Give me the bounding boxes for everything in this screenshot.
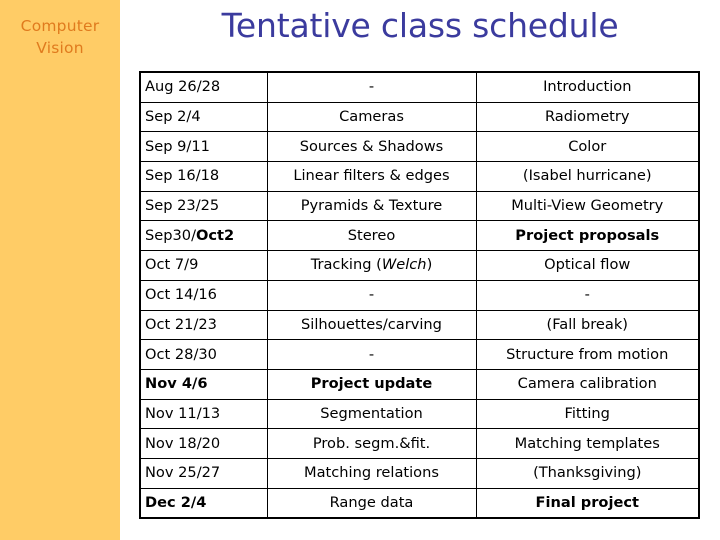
schedule-topic-thursday-cell: (Isabel hurricane): [475, 161, 699, 192]
schedule-topic-thursday-cell: Final project: [475, 487, 699, 519]
schedule-topic-tuesday-cell: Stereo: [266, 220, 477, 252]
schedule-topic-thursday-cell: Color: [475, 131, 699, 163]
table-row: Sep 23/25 Pyramids & Texture Multi-View Ge…: [140, 190, 699, 222]
schedule-topic-tuesday-cell: Prob. segm.&fit.: [266, 428, 477, 459]
emphasis-bold: Oct2: [196, 226, 235, 244]
table-row: Oct 7/9 Tracking (Welch) Optical flow: [140, 250, 699, 281]
schedule-table: Aug 26/28- Introduction Sep 2/4 Cameras Radi…: [139, 71, 700, 520]
table-row: Sep 2/4 Cameras Radiometry: [140, 101, 699, 133]
schedule-topic-tuesday-cell: -: [266, 279, 477, 311]
schedule-topic-tuesday-cell: -: [266, 339, 477, 370]
schedule-date-cell: Nov 18/20: [140, 428, 268, 459]
table-row: Sep 16/18 Linear filters & edges (Isabel h…: [140, 161, 699, 192]
table-row: Sep30/Oct2 Stereo Project proposals: [140, 220, 699, 252]
course-title: Computer Vision: [20, 17, 100, 58]
schedule-topic-thursday-cell: (Fall break): [475, 309, 699, 341]
schedule-date-cell: Sep 9/11: [140, 131, 268, 163]
schedule-date-cell: Oct 14/16: [140, 279, 268, 311]
schedule-topic-thursday-cell: Radiometry: [475, 101, 699, 133]
emphasis-italic: Welch: [381, 256, 427, 274]
schedule-topic-tuesday-cell: Project update: [266, 368, 477, 400]
table-row: Oct 28/30- Structure from motion: [140, 339, 699, 370]
schedule-topic-thursday-cell: Introduction: [475, 72, 699, 103]
schedule-topic-tuesday-cell: Pyramids & Texture: [266, 190, 477, 222]
schedule-topic-thursday-cell: (Thanksgiving): [475, 457, 699, 489]
schedule-date-cell: Sep30/Oct2: [140, 220, 268, 252]
schedule-topic-tuesday-cell: -: [266, 72, 477, 103]
schedule-date-cell: Oct 28/30: [140, 339, 268, 370]
page-title: Tentative class schedule: [221, 6, 619, 45]
schedule-date-cell: Sep 16/18: [140, 161, 268, 192]
table-row: Nov 11/13 Segmentation Fitting: [140, 398, 699, 430]
schedule-topic-thursday-cell: Matching templates: [475, 428, 699, 459]
table-row: Oct 14/16- -: [140, 279, 699, 311]
schedule-topic-thursday-cell: -: [475, 279, 699, 311]
schedule-topic-thursday-cell: Multi-View Geometry: [475, 190, 699, 222]
table-row: Nov 4/6 Project update Camera calibration: [140, 368, 699, 400]
schedule-topic-tuesday-cell: Matching relations: [266, 457, 477, 489]
schedule-date-cell: Nov 11/13: [140, 398, 268, 430]
table-row: Nov 18/20 Prob. segm.&fit. Matching templa…: [140, 428, 699, 459]
table-row: Sep 9/11 Sources & Shadows Color: [140, 131, 699, 163]
table-row: Oct 21/23 Silhouettes/carving (Fall break): [140, 309, 699, 341]
schedule-date-cell: Nov 25/27: [140, 457, 268, 489]
schedule-topic-thursday-cell: Structure from motion: [475, 339, 699, 370]
schedule-table-container: Aug 26/28- Introduction Sep 2/4 Cameras Radi…: [139, 71, 700, 520]
table-row: Aug 26/28- Introduction: [140, 72, 699, 103]
schedule-topic-tuesday-cell: Sources & Shadows: [266, 131, 477, 163]
schedule-topic-tuesday-cell: Range data: [266, 487, 477, 519]
schedule-topic-thursday-cell: Project proposals: [475, 220, 699, 252]
schedule-topic-thursday-cell: Camera calibration: [475, 368, 699, 400]
sidebar-accent-band: Computer Vision: [0, 0, 120, 540]
schedule-date-cell: Oct 21/23: [140, 309, 268, 341]
schedule-topic-tuesday-cell: Cameras: [266, 101, 477, 133]
schedule-date-cell: Aug 26/28: [140, 72, 268, 103]
schedule-topic-tuesday-cell: Tracking (Welch): [266, 250, 477, 281]
schedule-topic-thursday-cell: Fitting: [475, 398, 699, 430]
schedule-topic-thursday-cell: Optical flow: [475, 250, 699, 281]
schedule-date-cell: Sep 23/25: [140, 190, 268, 222]
schedule-topic-tuesday-cell: Silhouettes/carving: [266, 309, 477, 341]
schedule-date-cell: Dec 2/4: [140, 487, 268, 519]
table-row: Nov 25/27 Matching relations (Thanksgiving…: [140, 457, 699, 489]
schedule-date-cell: Nov 4/6: [140, 368, 268, 400]
schedule-date-cell: Oct 7/9: [140, 250, 268, 281]
schedule-topic-tuesday-cell: Segmentation: [266, 398, 477, 430]
table-row: Dec 2/4 Range data Final project: [140, 487, 699, 519]
schedule-topic-tuesday-cell: Linear filters & edges: [266, 161, 477, 192]
schedule-date-cell: Sep 2/4: [140, 101, 268, 133]
